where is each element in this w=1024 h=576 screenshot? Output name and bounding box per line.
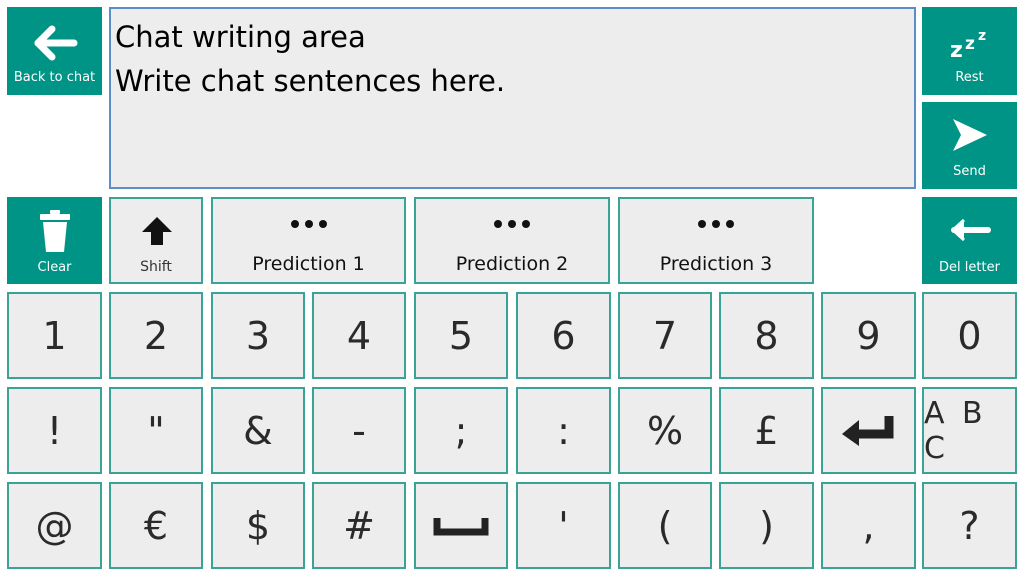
key-5[interactable]: 5	[414, 292, 508, 379]
key-pound[interactable]: £	[719, 387, 814, 474]
key-apostrophe[interactable]: '	[516, 482, 611, 569]
enter-icon	[841, 415, 893, 446]
more-dots-icon	[416, 220, 608, 228]
key-hyphen[interactable]: -	[312, 387, 406, 474]
more-dots-icon	[213, 220, 404, 228]
key-at[interactable]: @	[7, 482, 102, 569]
key-7[interactable]: 7	[618, 292, 712, 379]
sleep-zzz-icon: z z z	[950, 28, 986, 61]
prediction-3-button[interactable]: Prediction 3	[618, 197, 814, 284]
writing-area-hint: Write chat sentences here.	[115, 64, 506, 98]
abc-layout-key[interactable]: A B C	[922, 387, 1017, 474]
prediction-2-label: Prediction 2	[455, 253, 569, 275]
svg-text:z: z	[965, 34, 975, 54]
send-label: Send	[953, 164, 986, 179]
key-dollar[interactable]: $	[211, 482, 305, 569]
key-comma[interactable]: ,	[821, 482, 916, 569]
send-button[interactable]: Send	[922, 102, 1017, 189]
key-9[interactable]: 9	[821, 292, 916, 379]
key-ampersand[interactable]: &	[211, 387, 305, 474]
writing-area-title: Chat writing area	[115, 20, 366, 54]
key-3[interactable]: 3	[211, 292, 305, 379]
key-6[interactable]: 6	[516, 292, 611, 379]
send-icon	[952, 119, 987, 151]
key-close-paren[interactable]: )	[719, 482, 814, 569]
rest-label: Rest	[955, 70, 984, 85]
shift-key[interactable]: Shift	[109, 197, 203, 284]
key-0[interactable]: 0	[922, 292, 1017, 379]
chat-writing-area[interactable]: Chat writing area Write chat sentences h…	[109, 7, 916, 189]
svg-text:z: z	[950, 38, 963, 61]
key-euro[interactable]: €	[109, 482, 203, 569]
backspace-arrow-icon	[950, 218, 991, 242]
enter-key[interactable]	[821, 387, 916, 474]
prediction-1-button[interactable]: Prediction 1	[211, 197, 406, 284]
key-2[interactable]: 2	[109, 292, 203, 379]
space-key[interactable]	[414, 482, 508, 569]
svg-text:z: z	[978, 28, 986, 44]
shift-label: Shift	[140, 259, 172, 275]
key-semicolon[interactable]: ;	[414, 387, 508, 474]
key-8[interactable]: 8	[719, 292, 814, 379]
back-to-chat-button[interactable]: Back to chat	[7, 7, 102, 95]
clear-label: Clear	[37, 260, 72, 275]
key-1[interactable]: 1	[7, 292, 102, 379]
prediction-2-button[interactable]: Prediction 2	[414, 197, 610, 284]
trash-icon	[39, 210, 70, 252]
key-double-quote[interactable]: "	[109, 387, 203, 474]
back-to-chat-label: Back to chat	[13, 70, 96, 85]
clear-button[interactable]: Clear	[7, 197, 102, 284]
delete-letter-label: Del letter	[939, 260, 1000, 275]
more-dots-icon	[620, 220, 812, 228]
space-icon	[433, 517, 489, 535]
delete-letter-button[interactable]: Del letter	[922, 197, 1017, 284]
prediction-1-label: Prediction 1	[252, 253, 365, 275]
key-percent[interactable]: %	[618, 387, 712, 474]
rest-button[interactable]: z z z Rest	[922, 7, 1017, 95]
key-exclamation[interactable]: !	[7, 387, 102, 474]
key-4[interactable]: 4	[312, 292, 406, 379]
shift-arrow-icon	[142, 217, 172, 245]
key-colon[interactable]: :	[516, 387, 611, 474]
arrow-left-icon	[34, 25, 77, 61]
key-open-paren[interactable]: (	[618, 482, 712, 569]
prediction-3-label: Prediction 3	[659, 253, 773, 275]
key-hash[interactable]: #	[312, 482, 406, 569]
key-question[interactable]: ?	[922, 482, 1017, 569]
